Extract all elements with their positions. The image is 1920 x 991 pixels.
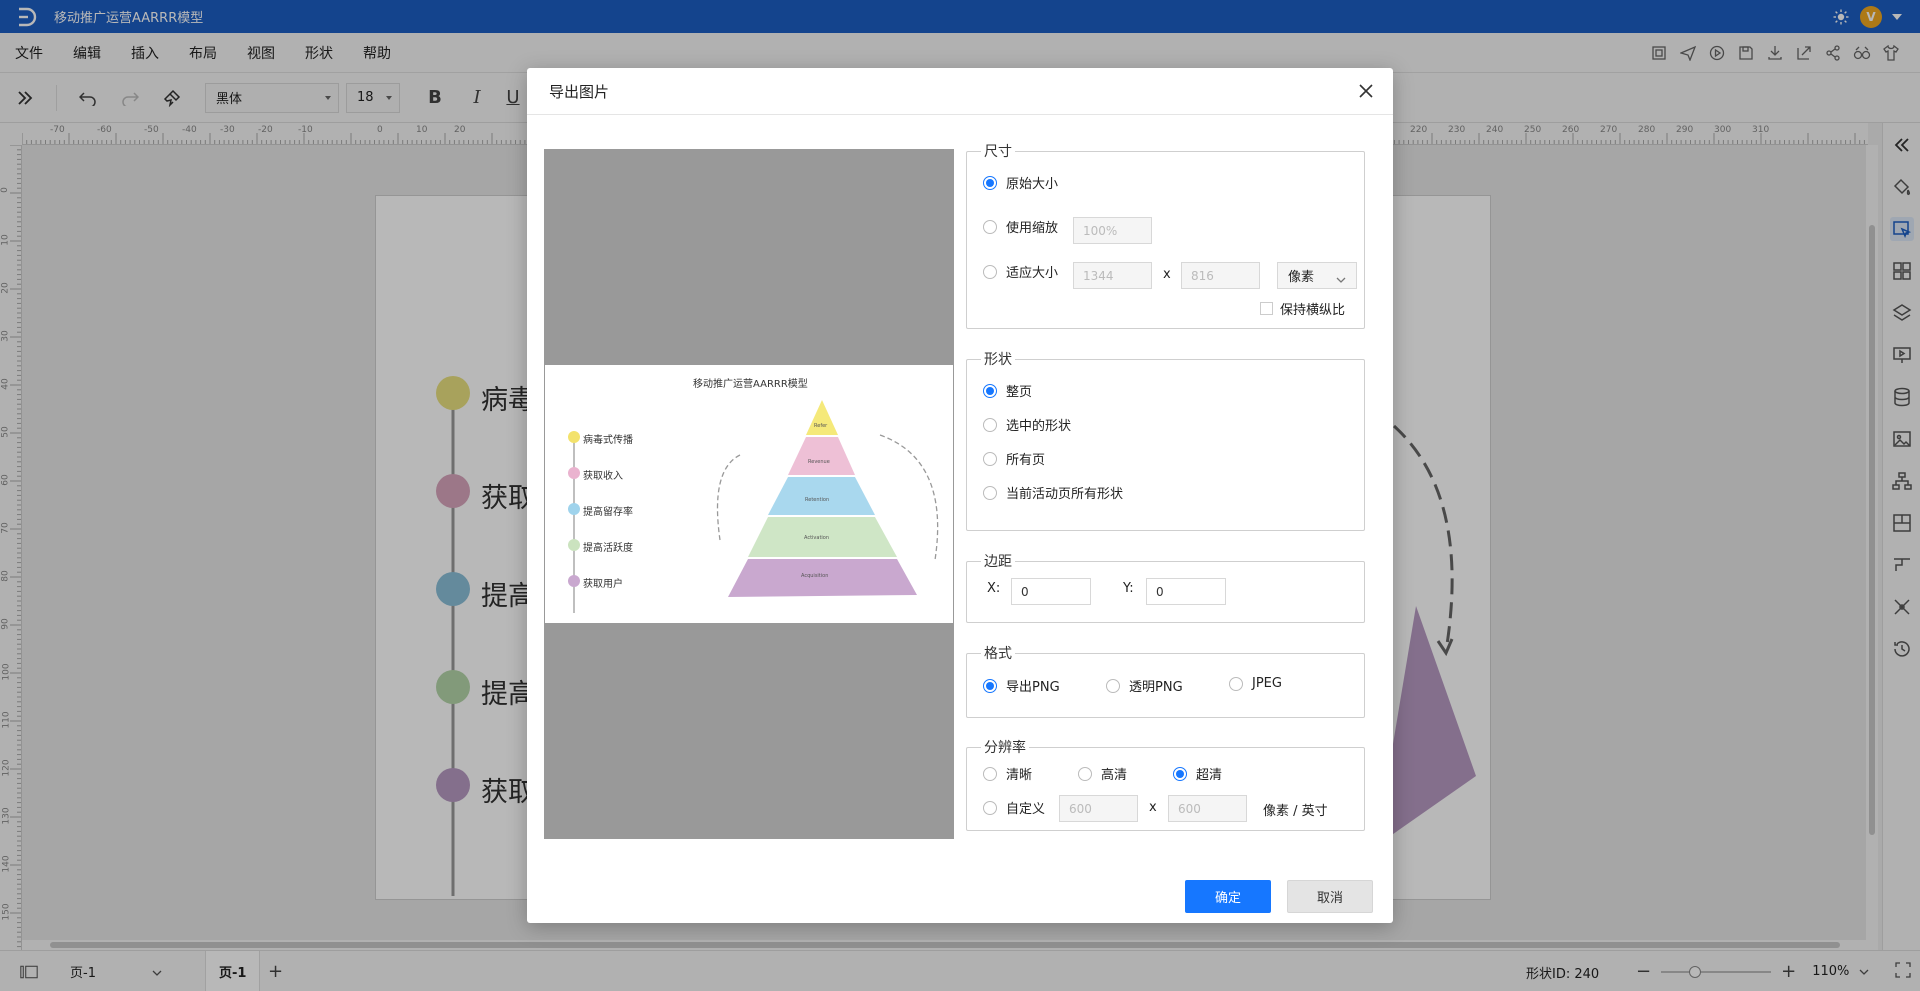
radio-use-scale[interactable] bbox=[983, 219, 997, 234]
keep-ratio-checkbox[interactable] bbox=[1260, 302, 1273, 315]
pyramid-label: Acquisition bbox=[801, 573, 829, 579]
dialog-title: 导出图片 bbox=[549, 82, 610, 101]
fit-height-input[interactable]: 816 bbox=[1181, 262, 1260, 289]
format-option-jpeg[interactable]: JPEG bbox=[1229, 676, 1282, 691]
resolution-option-custom[interactable]: 自定义 bbox=[983, 798, 1045, 817]
radio-fit-size[interactable] bbox=[983, 264, 997, 279]
unit-select[interactable]: 像素 bbox=[1277, 262, 1357, 289]
margin-legend: 边距 bbox=[984, 554, 1012, 570]
size-scale-label: 使用缩放 bbox=[1006, 221, 1059, 236]
resolution-legend: 分辨率 bbox=[984, 740, 1026, 756]
unit-select-value: 像素 bbox=[1288, 270, 1315, 285]
keep-ratio-label: 保持横纵比 bbox=[1280, 303, 1346, 318]
resolution-option-hd[interactable]: 高清 bbox=[1078, 764, 1127, 783]
radio-whole-page[interactable] bbox=[983, 383, 997, 398]
shape-option-all-pages[interactable]: 所有页 bbox=[983, 449, 1045, 468]
preview-item-label: 获取收入 bbox=[583, 471, 623, 482]
preview-dot bbox=[568, 539, 580, 551]
pyramid-label: Refer bbox=[814, 423, 828, 429]
radio-resolution-clear[interactable] bbox=[983, 766, 997, 781]
shape-group: 形状 bbox=[966, 349, 1365, 531]
custom-width-input[interactable]: 600 bbox=[1059, 795, 1138, 822]
format-option-label: JPEG bbox=[1252, 676, 1282, 691]
scale-input[interactable]: 100% bbox=[1073, 217, 1152, 244]
preview-item-label: 提高活跃度 bbox=[583, 543, 633, 554]
resolution-option-clear[interactable]: 清晰 bbox=[983, 764, 1032, 783]
confirm-button[interactable]: 确定 bbox=[1185, 880, 1271, 913]
shape-option-active-page[interactable]: 当前活动页所有形状 bbox=[983, 483, 1123, 502]
radio-all-pages[interactable] bbox=[983, 451, 997, 466]
resolution-option-label: 超清 bbox=[1196, 768, 1223, 783]
preview-dot bbox=[568, 503, 580, 515]
margin-x-label: X: bbox=[987, 581, 1001, 596]
custom-height-input[interactable]: 600 bbox=[1168, 795, 1247, 822]
pyramid-label: Revenue bbox=[808, 459, 830, 465]
format-option-label: 导出PNG bbox=[1006, 680, 1060, 695]
radio-active-page-shapes[interactable] bbox=[983, 485, 997, 500]
shape-option-label: 所有页 bbox=[1006, 453, 1046, 468]
resolution-custom-label: 自定义 bbox=[1006, 802, 1046, 817]
size-scale-option[interactable]: 使用缩放 bbox=[983, 217, 1058, 236]
format-option-transparent-png[interactable]: 透明PNG bbox=[1106, 676, 1183, 695]
pyramid-label: Retention bbox=[805, 497, 830, 503]
preview-item-label: 获取用户 bbox=[583, 579, 623, 590]
keep-ratio-option[interactable]: 保持横纵比 bbox=[1260, 299, 1345, 318]
format-option-label: 透明PNG bbox=[1129, 680, 1183, 695]
size-original-label: 原始大小 bbox=[1006, 177, 1059, 192]
radio-export-png[interactable] bbox=[983, 678, 997, 693]
shape-option-selected[interactable]: 选中的形状 bbox=[983, 415, 1071, 434]
close-icon[interactable] bbox=[1353, 78, 1379, 104]
size-fit-label: 适应大小 bbox=[1006, 266, 1059, 281]
preview-dot bbox=[568, 575, 580, 587]
radio-resolution-custom[interactable] bbox=[983, 800, 997, 815]
resolution-option-label: 清晰 bbox=[1006, 768, 1033, 783]
shape-option-label: 当前活动页所有形状 bbox=[1006, 487, 1124, 502]
shape-option-label: 整页 bbox=[1006, 385, 1033, 400]
format-option-png[interactable]: 导出PNG bbox=[983, 676, 1060, 695]
resolution-option-ultra[interactable]: 超清 bbox=[1173, 764, 1222, 783]
radio-resolution-ultra[interactable] bbox=[1173, 766, 1187, 781]
preview-item-label: 提高留存率 bbox=[583, 507, 633, 518]
times-label: x bbox=[1163, 267, 1171, 282]
radio-selected-shapes[interactable] bbox=[983, 417, 997, 432]
preview-item-label: 病毒式传播 bbox=[583, 435, 633, 446]
radio-transparent-png[interactable] bbox=[1106, 678, 1120, 693]
export-image-dialog: 导出图片 移动推广运营AARRR模型 病毒式传播 获取收入 提高留存率 提高活跃… bbox=[527, 68, 1393, 923]
cancel-button[interactable]: 取消 bbox=[1287, 880, 1373, 913]
format-legend: 格式 bbox=[984, 646, 1012, 662]
preview-dot bbox=[568, 431, 580, 443]
size-fit-option[interactable]: 适应大小 bbox=[983, 262, 1058, 281]
preview-image: 移动推广运营AARRR模型 病毒式传播 获取收入 提高留存率 提高活跃度 获取用… bbox=[545, 365, 953, 623]
size-original-option[interactable]: 原始大小 bbox=[983, 173, 1058, 192]
radio-jpeg[interactable] bbox=[1229, 676, 1243, 691]
margin-y-input[interactable]: 0 bbox=[1146, 578, 1226, 605]
chevron-down-icon bbox=[1336, 272, 1346, 287]
resolution-option-label: 高清 bbox=[1101, 768, 1128, 783]
export-preview: 移动推广运营AARRR模型 病毒式传播 获取收入 提高留存率 提高活跃度 获取用… bbox=[544, 149, 954, 839]
radio-original-size[interactable] bbox=[983, 175, 997, 190]
preview-dot bbox=[568, 467, 580, 479]
times-label: x bbox=[1149, 800, 1157, 815]
dialog-header: 导出图片 bbox=[527, 68, 1393, 115]
radio-resolution-hd[interactable] bbox=[1078, 766, 1092, 781]
shape-option-label: 选中的形状 bbox=[1006, 419, 1072, 434]
fit-width-input[interactable]: 1344 bbox=[1073, 262, 1152, 289]
shape-legend: 形状 bbox=[984, 352, 1012, 368]
shape-option-whole-page[interactable]: 整页 bbox=[983, 381, 1032, 400]
margin-x-input[interactable]: 0 bbox=[1011, 578, 1091, 605]
pyramid-label: Activation bbox=[804, 535, 830, 541]
resolution-unit-label: 像素 / 英寸 bbox=[1263, 804, 1328, 819]
margin-y-label: Y: bbox=[1123, 581, 1134, 596]
size-legend: 尺寸 bbox=[984, 144, 1012, 160]
